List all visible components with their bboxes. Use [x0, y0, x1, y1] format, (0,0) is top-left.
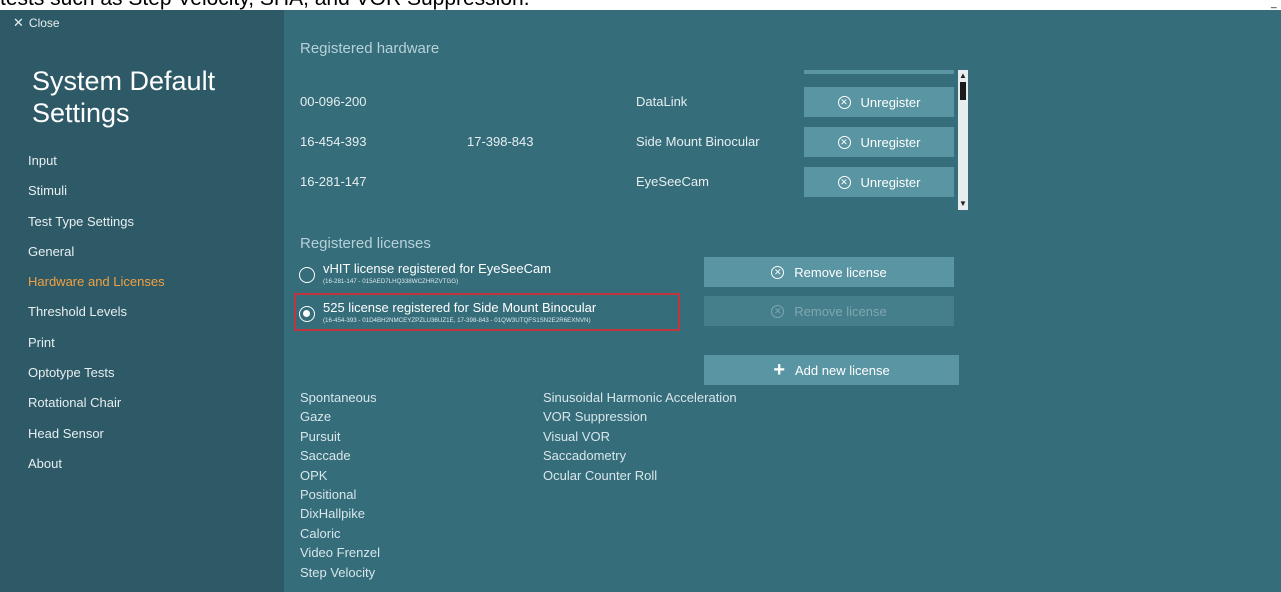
sidebar-item-print[interactable]: Print	[28, 333, 165, 363]
sidebar-nav: Input Stimuli Test Type Settings General…	[28, 151, 165, 484]
unregister-button[interactable]: ✕ Unregister	[804, 87, 954, 117]
list-item: Step Velocity	[300, 564, 376, 580]
list-item: Saccadometry	[543, 448, 627, 464]
unregister-label: Unregister	[860, 94, 921, 110]
list-item: Sinusoidal Harmonic Acceleration	[543, 390, 737, 405]
list-item: Positional	[300, 486, 357, 502]
unregister-label: Unregister	[860, 174, 921, 190]
registered-hardware-title: Registered hardware	[300, 40, 440, 57]
tests-list-col1: Spontaneous Gaze Pursuit Saccade OPK Pos…	[300, 388, 380, 582]
sidebar: ✕ Close System Default Settings Input St…	[0, 10, 284, 592]
list-item: Caloric	[300, 525, 341, 541]
hardware-serial: 16-281-147	[300, 174, 367, 189]
license-detail: (16-281-147 - 015AED7LHQ338WCZHRZVTGG)	[323, 278, 459, 285]
hardware-device: DataLink	[636, 94, 688, 109]
hardware-serial: 16-454-393	[300, 134, 367, 149]
list-item: VOR Suppression	[543, 409, 648, 425]
circle-x-icon: ✕	[837, 95, 851, 109]
sidebar-item-rotational-chair[interactable]: Rotational Chair	[28, 393, 165, 423]
remove-license-button-disabled[interactable]: ✕ Remove license	[704, 296, 954, 326]
circle-x-icon: ✕	[771, 304, 785, 318]
license-radio[interactable]	[299, 267, 315, 283]
sidebar-item-hardware-and-licenses[interactable]: Hardware and Licenses	[28, 272, 165, 302]
remove-license-label: Remove license	[794, 264, 887, 280]
scroll-thumb[interactable]	[960, 82, 966, 100]
hardware-scrollbar[interactable]: ▲ ▼	[958, 70, 968, 210]
main-panel: Registered hardware 00-096-200 DataLink …	[284, 10, 1281, 592]
sidebar-item-input[interactable]: Input	[28, 151, 165, 181]
settings-window: ✕ Close System Default Settings Input St…	[0, 10, 1281, 592]
hardware-device: EyeSeeCam	[636, 174, 709, 189]
sidebar-item-stimuli[interactable]: Stimuli	[28, 181, 165, 211]
scroll-up-icon[interactable]: ▲	[958, 72, 968, 80]
close-icon: ✕	[13, 15, 24, 30]
registered-licenses-title: Registered licenses	[300, 235, 431, 252]
circle-x-icon: ✕	[837, 175, 851, 189]
list-item: Pursuit	[300, 428, 341, 444]
sidebar-item-general[interactable]: General	[28, 242, 165, 272]
tests-list-col2: Sinusoidal Harmonic Acceleration VOR Sup…	[543, 388, 737, 485]
sidebar-item-about[interactable]: About	[28, 454, 165, 484]
top-right-mark: _	[1271, 0, 1277, 9]
sidebar-item-optotype-tests[interactable]: Optotype Tests	[28, 363, 165, 393]
highlight-box	[294, 293, 680, 331]
unregister-button[interactable]: ✕ Unregister	[804, 167, 954, 197]
list-top-edge	[804, 70, 954, 74]
add-license-label: Add new license	[795, 362, 890, 378]
top-caption: tests such as Step Velocity, SHA, and VO…	[0, 0, 1281, 10]
list-item: OPK	[300, 467, 328, 483]
hardware-serial: 00-096-200	[300, 94, 367, 109]
sidebar-item-test-type-settings[interactable]: Test Type Settings	[28, 212, 165, 242]
list-item: Ocular Counter Roll	[543, 467, 658, 483]
remove-license-label: Remove license	[794, 303, 887, 319]
list-item: Spontaneous	[300, 390, 377, 405]
circle-x-icon: ✕	[837, 135, 851, 149]
list-item: DixHallpike	[300, 506, 366, 522]
close-label: Close	[28, 16, 60, 30]
hardware-serial-2: 17-398-843	[467, 134, 534, 149]
unregister-label: Unregister	[860, 134, 921, 150]
sidebar-item-head-sensor[interactable]: Head Sensor	[28, 424, 165, 454]
circle-x-icon: ✕	[771, 265, 785, 279]
page-title: System Default Settings	[32, 66, 216, 128]
scroll-down-icon[interactable]: ▼	[958, 200, 968, 208]
license-name: vHIT license registered for EyeSeeCam	[323, 261, 552, 276]
unregister-button[interactable]: ✕ Unregister	[804, 127, 954, 157]
license-item[interactable]: vHIT license registered for EyeSeeCam (1…	[296, 261, 676, 295]
list-item: Gaze	[300, 409, 332, 425]
sidebar-item-threshold-levels[interactable]: Threshold Levels	[28, 302, 165, 332]
list-item: Saccade	[300, 448, 351, 464]
add-new-license-button[interactable]: + Add new license	[704, 355, 959, 385]
close-button[interactable]: ✕ Close	[13, 16, 60, 30]
hardware-device: Side Mount Binocular	[636, 134, 760, 149]
plus-icon: +	[773, 359, 785, 381]
remove-license-button[interactable]: ✕ Remove license	[704, 257, 954, 287]
list-item: Video Frenzel	[300, 545, 380, 561]
list-item: Visual VOR	[543, 428, 610, 444]
